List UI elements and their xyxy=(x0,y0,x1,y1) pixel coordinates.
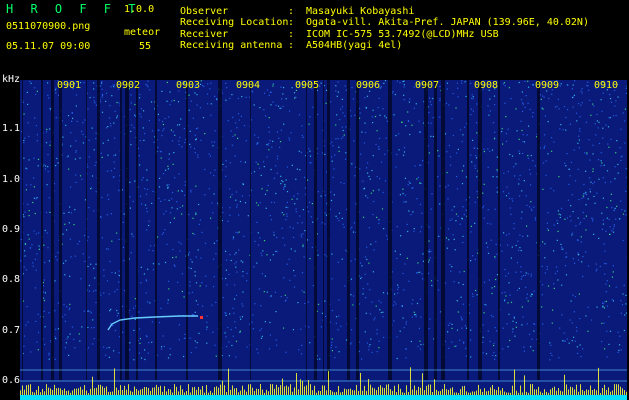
meteor-echo-marker xyxy=(200,316,203,319)
antenna-value: A504HB(yagi 4el) xyxy=(306,40,403,51)
location-label: Receiving Location xyxy=(180,17,289,28)
detection-type-label: meteor xyxy=(124,27,161,38)
signal-level-floor xyxy=(20,395,627,400)
y-tick-1-0: 1.0 xyxy=(2,174,21,185)
image-filename: 0511070900.png xyxy=(6,21,91,32)
app-version: 1.0.0 xyxy=(124,4,155,15)
antenna-label: Receiving antenna xyxy=(180,40,283,51)
y-tick-0-9: 0.9 xyxy=(2,224,21,235)
frequency-unit-label: kHz xyxy=(2,74,21,85)
y-tick-0-6: 0.6 xyxy=(2,375,21,386)
location-separator: : xyxy=(288,17,295,28)
x-tick-0910: 0910 xyxy=(594,80,619,91)
y-tick-0-7: 0.7 xyxy=(2,325,21,336)
x-tick-0902: 0902 xyxy=(116,80,141,91)
x-tick-0905: 0905 xyxy=(295,80,320,91)
location-value: Ogata-vill. Akita-Pref. JAPAN (139.96E, … xyxy=(306,17,589,28)
x-tick-0908: 0908 xyxy=(474,80,499,91)
x-tick-0906: 0906 xyxy=(356,80,381,91)
detection-count: 55 xyxy=(139,41,152,52)
hrofft-window: H R O F F T 1.0.0 0511070900.png meteor … xyxy=(0,0,629,400)
x-tick-0903: 0903 xyxy=(176,80,201,91)
x-tick-0907: 0907 xyxy=(415,80,440,91)
y-tick-1-1: 1.1 xyxy=(2,123,21,134)
y-tick-0-8: 0.8 xyxy=(2,274,21,285)
spectrogram-plot xyxy=(20,80,627,400)
capture-datetime: 05.11.07 09:00 xyxy=(6,41,91,52)
x-tick-0909: 0909 xyxy=(535,80,560,91)
x-tick-0901: 0901 xyxy=(57,80,82,91)
x-tick-0904: 0904 xyxy=(236,80,261,91)
app-title: H R O F F T xyxy=(6,2,141,16)
antenna-separator: : xyxy=(288,40,295,51)
